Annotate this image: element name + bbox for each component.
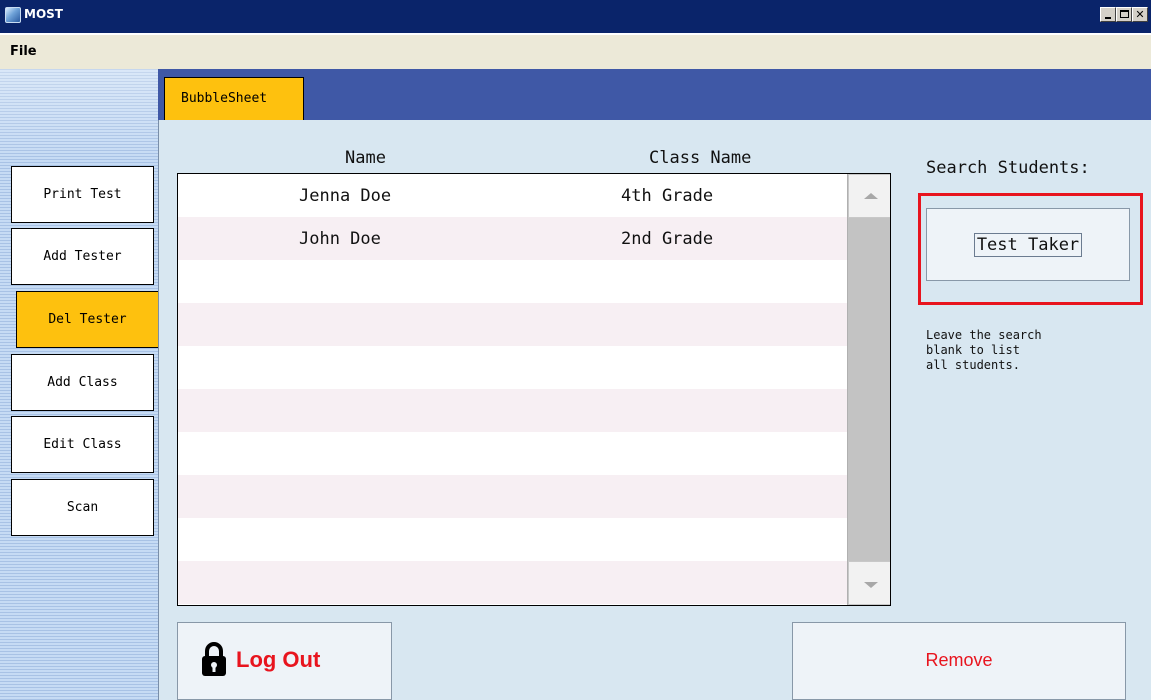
table-row[interactable] [178, 518, 847, 561]
cell-name: John Doe [299, 229, 381, 249]
search-hint: Leave the search blank to list all stude… [926, 328, 1106, 373]
column-header-class-name: Class Name [649, 148, 752, 168]
add-class-button[interactable]: Add Class [11, 354, 154, 411]
cell-class-name: 2nd Grade [621, 229, 714, 249]
cell-name: Jenna Doe [299, 186, 392, 206]
edit-class-button[interactable]: Edit Class [11, 416, 154, 473]
table-scrollbar[interactable] [847, 174, 890, 605]
scroll-down-button[interactable] [848, 561, 890, 605]
window-title: MOST [24, 7, 63, 21]
menu-bar: File [0, 35, 1151, 69]
table-row[interactable]: John Doe 2nd Grade [178, 217, 847, 260]
table-row[interactable] [178, 432, 847, 475]
table-rows: Jenna Doe 4th Grade John Doe 2nd Grade [178, 174, 847, 604]
arrow-up-icon [864, 193, 878, 199]
search-input[interactable]: Test Taker [926, 208, 1130, 281]
add-tester-button[interactable]: Add Tester [11, 228, 154, 285]
students-table[interactable]: Jenna Doe 4th Grade John Doe 2nd Grade [177, 173, 891, 606]
maximize-icon [1119, 10, 1129, 18]
cell-class-name: 4th Grade [621, 186, 714, 206]
maximize-button[interactable] [1116, 7, 1132, 22]
table-row[interactable]: Jenna Doe 4th Grade [178, 174, 847, 217]
scroll-up-button[interactable] [848, 174, 890, 218]
scan-button[interactable]: Scan [11, 479, 154, 536]
lock-icon [202, 642, 226, 676]
search-hint-line: all students. [926, 358, 1020, 372]
column-header-name: Name [345, 148, 386, 168]
del-tester-button[interactable]: Del Tester [16, 291, 159, 348]
app-icon [5, 7, 21, 23]
title-bar: MOST ✕ [0, 0, 1151, 34]
close-icon: ✕ [1135, 8, 1145, 21]
table-row[interactable] [178, 346, 847, 389]
table-row[interactable] [178, 561, 847, 604]
table-row[interactable] [178, 303, 847, 346]
minimize-button[interactable] [1100, 7, 1116, 22]
remove-button[interactable]: Remove [792, 622, 1126, 700]
logout-button[interactable]: Log Out [177, 622, 392, 700]
print-test-button[interactable]: Print Test [11, 166, 154, 223]
search-hint-line: Leave the search [926, 328, 1042, 342]
close-button[interactable]: ✕ [1132, 7, 1148, 22]
panel-shade [0, 69, 158, 159]
search-hint-line: blank to list [926, 343, 1020, 357]
logout-label: Log Out [236, 647, 321, 672]
table-row[interactable] [178, 389, 847, 432]
table-row[interactable] [178, 260, 847, 303]
table-row[interactable] [178, 475, 847, 518]
search-input-value: Test Taker [973, 232, 1083, 257]
arrow-down-icon [864, 582, 878, 588]
tab-bar: BubbleSheet [158, 69, 1151, 120]
menu-file[interactable]: File [10, 44, 37, 59]
tab-bubblesheet[interactable]: BubbleSheet [164, 77, 304, 120]
search-students-label: Search Students: [926, 158, 1090, 178]
minimize-icon [1105, 17, 1111, 19]
